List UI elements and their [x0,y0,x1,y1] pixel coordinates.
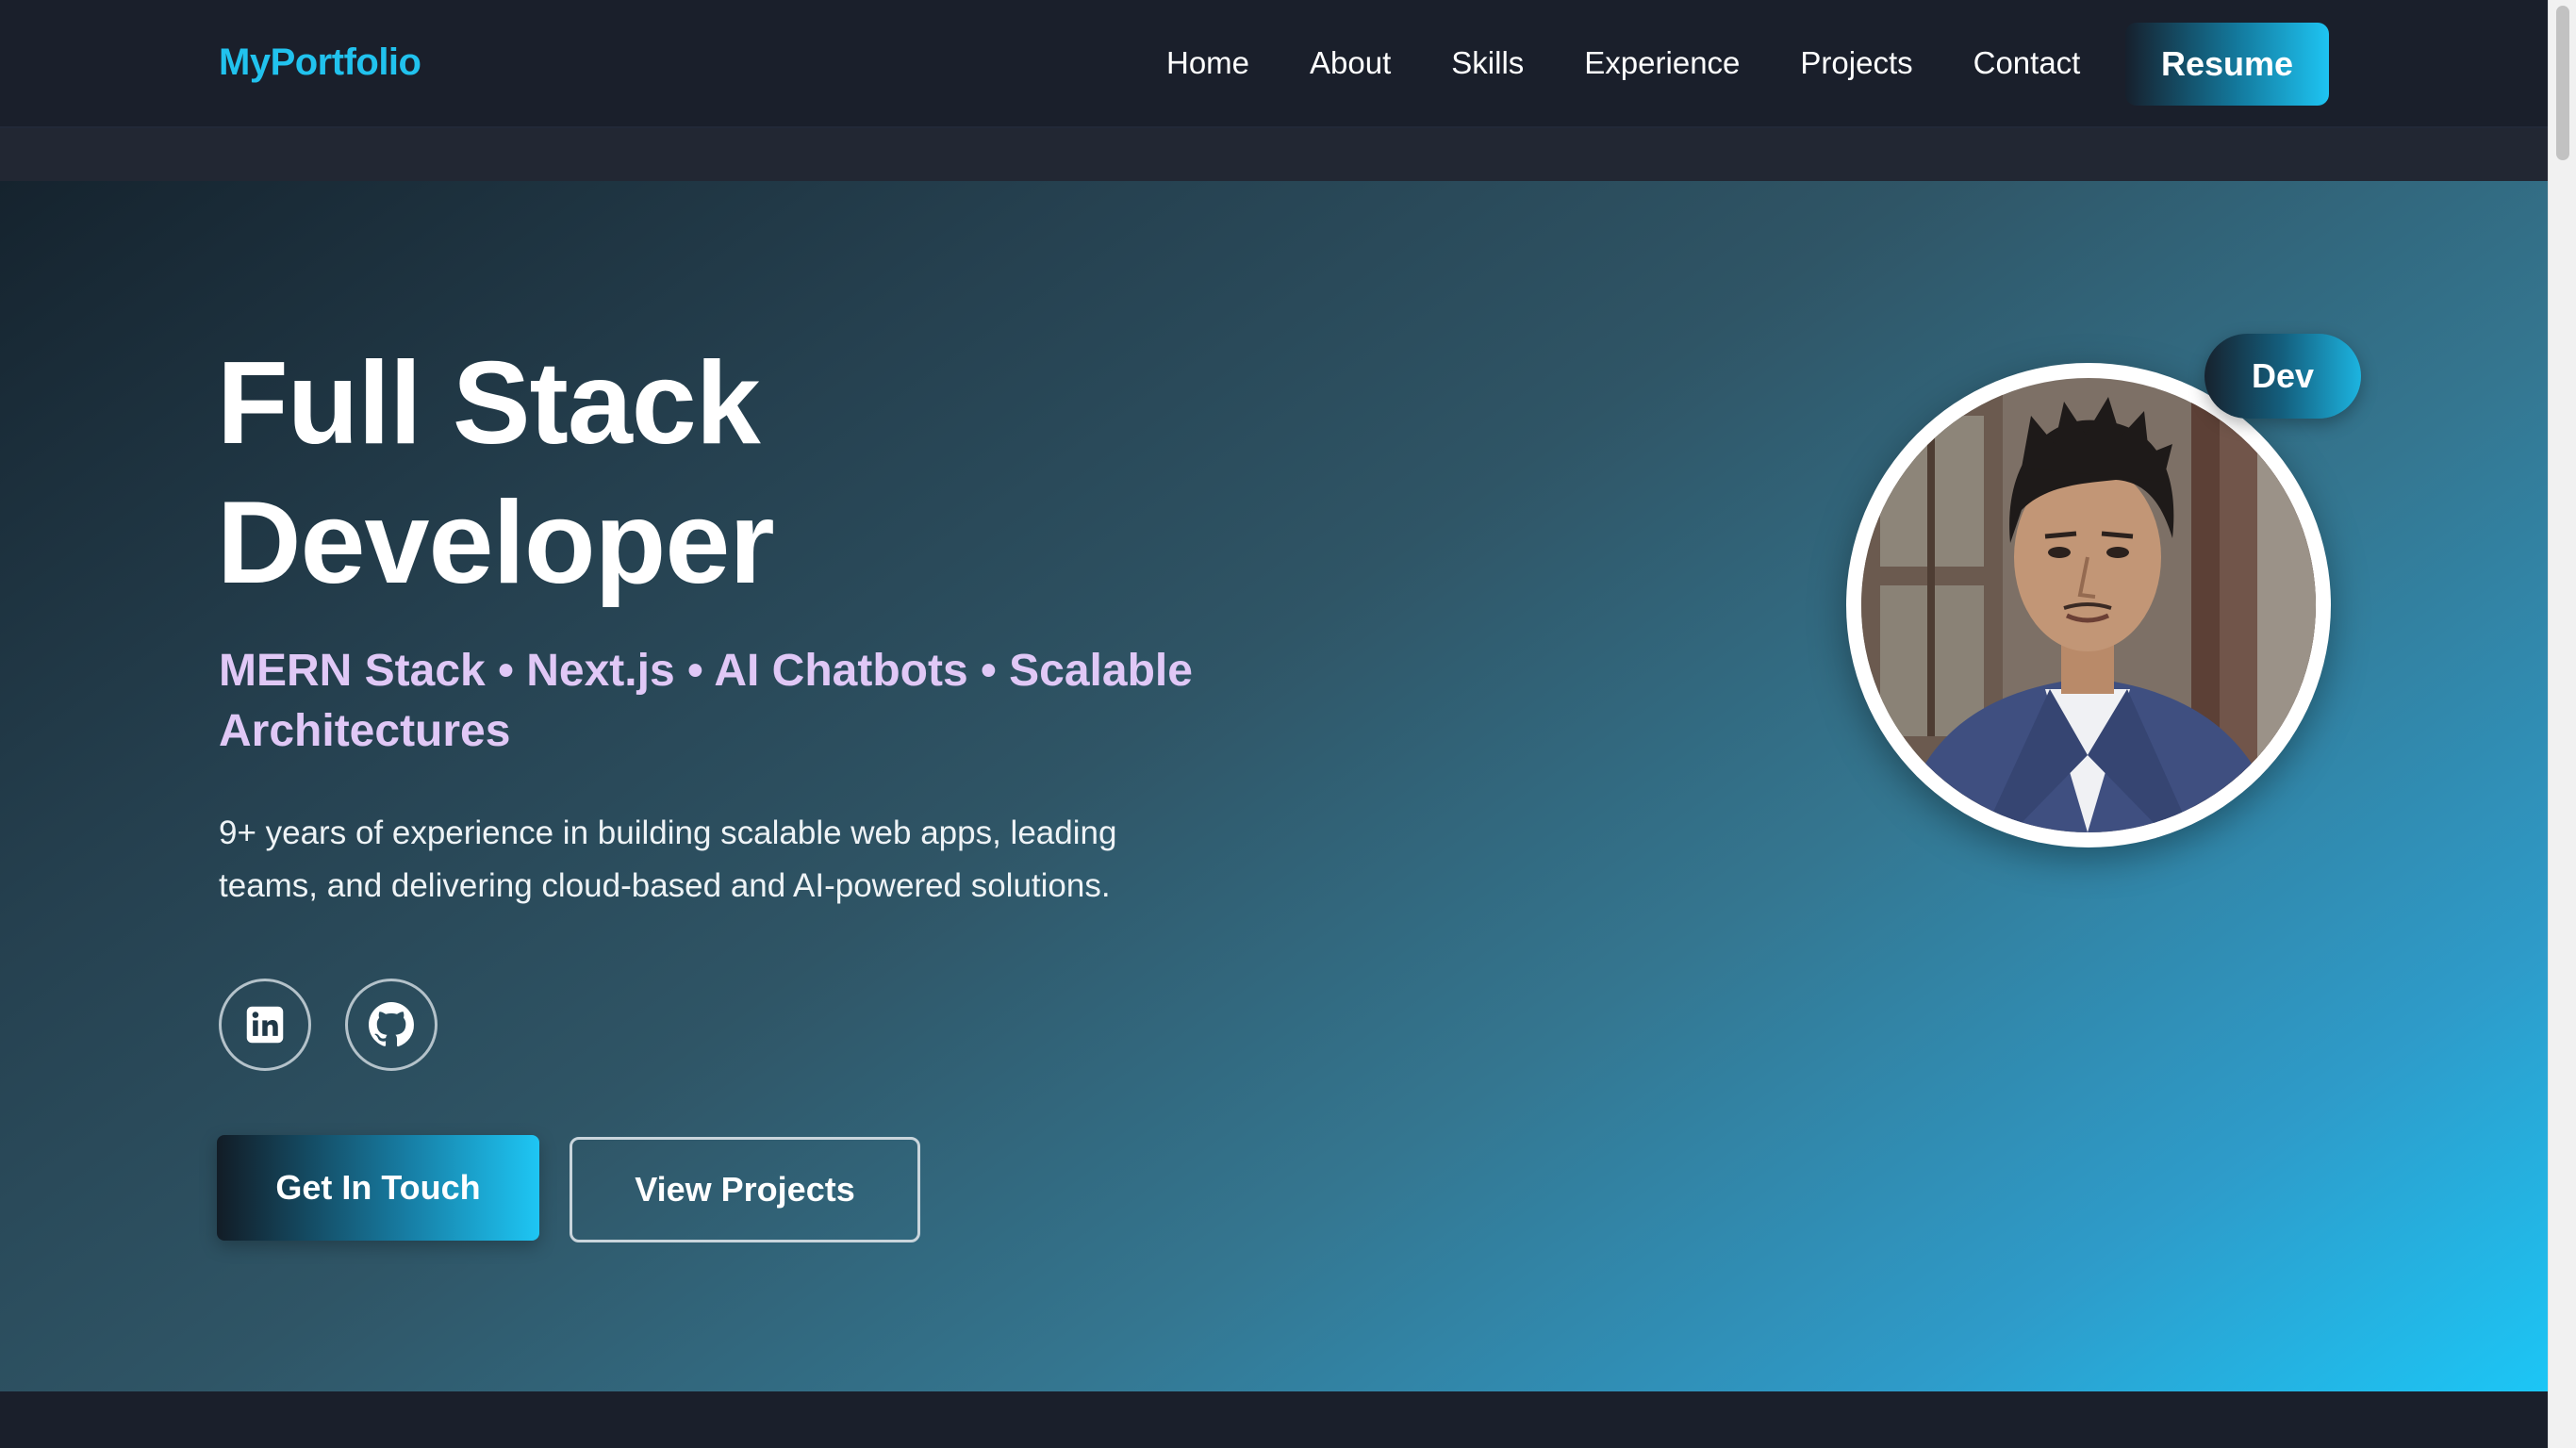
hero-subtitle-line-2: Architectures [219,706,511,756]
next-section-edge [0,1391,2548,1448]
hero-title-line-2: Developer [217,478,775,608]
page: MyPortfolio Home About Skills Experience… [0,0,2548,1448]
hero-description: 9+ years of experience in building scala… [219,807,1237,913]
resume-button[interactable]: Resume [2125,23,2329,106]
social-links [219,979,471,1071]
nav-link-experience[interactable]: Experience [1584,45,1740,81]
github-button[interactable] [345,979,438,1071]
nav-link-home[interactable]: Home [1166,45,1249,81]
hero-subtitle: MERN Stack • Next.js • AI Chatbots • Sca… [219,641,1256,762]
profile-photo-frame [1846,363,2331,847]
scrollbar[interactable] [2548,0,2576,1448]
hero-title-line-1: Full Stack [217,338,761,469]
dev-badge: Dev [2204,334,2361,419]
nav-link-about[interactable]: About [1310,45,1391,81]
nav-link-contact[interactable]: Contact [1973,45,2081,81]
github-icon [369,1002,414,1047]
get-in-touch-button[interactable]: Get In Touch [217,1135,539,1241]
cta-row: Get In Touch View Projects [217,1135,920,1242]
hero-title: Full Stack Developer [217,334,1160,613]
hero-description-line-1: 9+ years of experience in building scala… [219,814,1117,851]
brand-logo[interactable]: MyPortfolio [219,41,421,84]
linkedin-button[interactable] [219,979,311,1071]
profile-photo-illustration [1861,378,2316,832]
nav-links: Home About Skills Experience Projects Co… [1166,45,2140,81]
hero-subtitle-line-1: MERN Stack • Next.js • AI Chatbots • Sca… [219,646,1193,696]
nav-link-projects[interactable]: Projects [1800,45,1912,81]
navbar: MyPortfolio Home About Skills Experience… [0,0,2548,128]
scrollbar-thumb[interactable] [2556,6,2569,160]
nav-link-skills[interactable]: Skills [1451,45,1524,81]
hero-description-line-2: teams, and delivering cloud-based and AI… [219,867,1111,904]
linkedin-icon [246,1006,284,1044]
profile-photo [1861,378,2316,832]
view-projects-button[interactable]: View Projects [570,1137,920,1242]
nav-divider-strip [0,128,2548,181]
